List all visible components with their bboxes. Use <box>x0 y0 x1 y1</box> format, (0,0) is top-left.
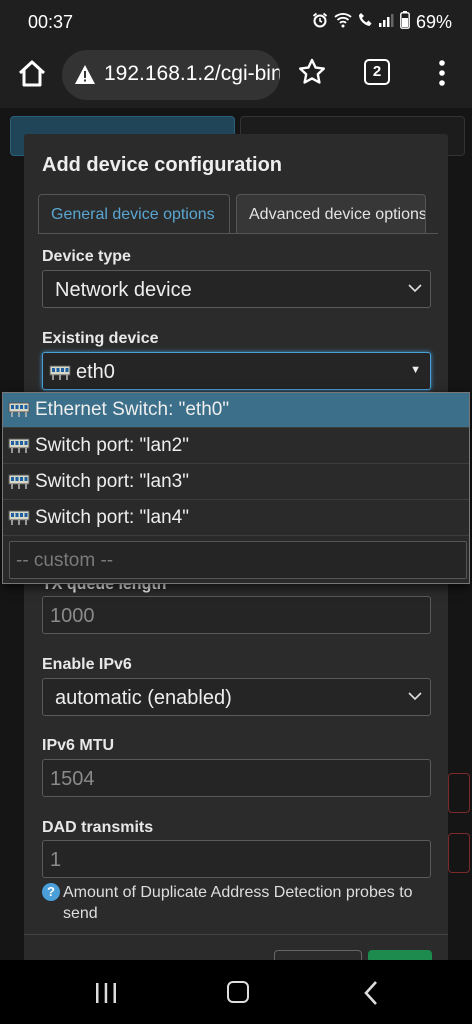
enable-ipv6-label: Enable IPv6 <box>42 656 132 673</box>
network-port-icon <box>49 365 71 380</box>
battery-icon <box>400 11 410 34</box>
more-vert-icon[interactable] <box>430 58 454 88</box>
device-type-label: Device type <box>42 248 131 265</box>
star-icon[interactable] <box>296 56 328 88</box>
dismiss-button[interactable] <box>274 950 362 960</box>
existing-device-value: eth0 <box>76 361 115 383</box>
background-button <box>448 773 470 813</box>
alarm-icon <box>312 12 328 33</box>
dropdown-option-label: Switch port: "lan3" <box>35 471 189 492</box>
ipv6-mtu-label: IPv6 MTU <box>42 737 115 754</box>
nav-home-icon[interactable] <box>227 981 249 1003</box>
tabs-icon[interactable]: 2 <box>364 59 390 85</box>
dropdown-option-label: Switch port: "lan2" <box>35 435 189 456</box>
url-text[interactable]: 192.168.1.2/cgi-bin/luci <box>104 62 280 86</box>
dropdown-arrow-icon: ▼ <box>410 364 421 376</box>
chevron-down-icon <box>408 284 422 293</box>
custom-device-input[interactable]: -- custom -- <box>9 541 467 579</box>
dad-transmits-help-text: Amount of Duplicate Address Detection pr… <box>63 884 413 922</box>
dropdown-option-lan3[interactable]: Switch port: "lan3" <box>3 465 469 500</box>
tab-divider <box>38 233 438 234</box>
background-button <box>448 833 470 873</box>
modal-footer-divider <box>24 934 448 935</box>
ipv6-mtu-input[interactable]: 1504 <box>42 759 431 797</box>
existing-device-label: Existing device <box>42 330 159 347</box>
dad-transmits-label: DAD transmits <box>42 819 154 836</box>
dropdown-option-eth0[interactable]: Ethernet Switch: "eth0" <box>3 393 469 428</box>
device-type-value: Network device <box>55 279 192 301</box>
network-port-icon <box>8 402 30 417</box>
recents-icon[interactable] <box>94 982 118 1004</box>
modal-tabs: General device options Advanced device o… <box>38 194 438 234</box>
dropdown-option-lan2[interactable]: Switch port: "lan2" <box>3 429 469 464</box>
home-icon[interactable] <box>14 56 50 92</box>
clock: 00:37 <box>28 12 74 32</box>
system-nav-bar <box>0 960 472 1024</box>
tab-advanced-options[interactable]: Advanced device options <box>236 194 426 234</box>
back-icon[interactable] <box>362 980 380 1006</box>
browser-toolbar: 192.168.1.2/cgi-bin/luci 2 <box>0 44 472 108</box>
save-button[interactable] <box>368 950 432 960</box>
enable-ipv6-value: automatic (enabled) <box>55 687 232 709</box>
enable-ipv6-select[interactable]: automatic (enabled) <box>42 678 431 716</box>
tab-general-options[interactable]: General device options <box>38 194 230 234</box>
signal-icon <box>378 12 394 33</box>
device-type-select[interactable]: Network device <box>42 270 431 308</box>
chevron-down-icon <box>408 692 422 701</box>
network-port-icon <box>8 510 30 525</box>
address-bar[interactable]: 192.168.1.2/cgi-bin/luci <box>62 50 280 100</box>
dropdown-option-label: Ethernet Switch: "eth0" <box>35 399 230 420</box>
dropdown-option-lan4[interactable]: Switch port: "lan4" <box>3 501 469 536</box>
dad-transmits-help: ? Amount of Duplicate Address Detection … <box>42 882 432 924</box>
battery-percent: 69% <box>415 12 452 32</box>
tx-queue-input[interactable]: 1000 <box>42 596 431 634</box>
modal-title: Add device configuration <box>42 154 283 176</box>
wifi-icon <box>334 12 352 33</box>
existing-device-select[interactable]: eth0 ▼ <box>42 352 431 390</box>
network-port-icon <box>8 474 30 489</box>
status-bar: 00:37 69% <box>0 0 472 44</box>
call-icon <box>358 12 372 33</box>
help-icon: ? <box>42 883 60 901</box>
dropdown-option-label: Switch port: "lan4" <box>35 507 189 528</box>
existing-device-dropdown: Ethernet Switch: "eth0" Switch port: "la… <box>2 392 470 584</box>
status-icons: 69% <box>312 11 452 34</box>
dad-transmits-input[interactable]: 1 <box>42 840 431 878</box>
network-port-icon <box>8 438 30 453</box>
warning-icon[interactable] <box>74 64 96 86</box>
